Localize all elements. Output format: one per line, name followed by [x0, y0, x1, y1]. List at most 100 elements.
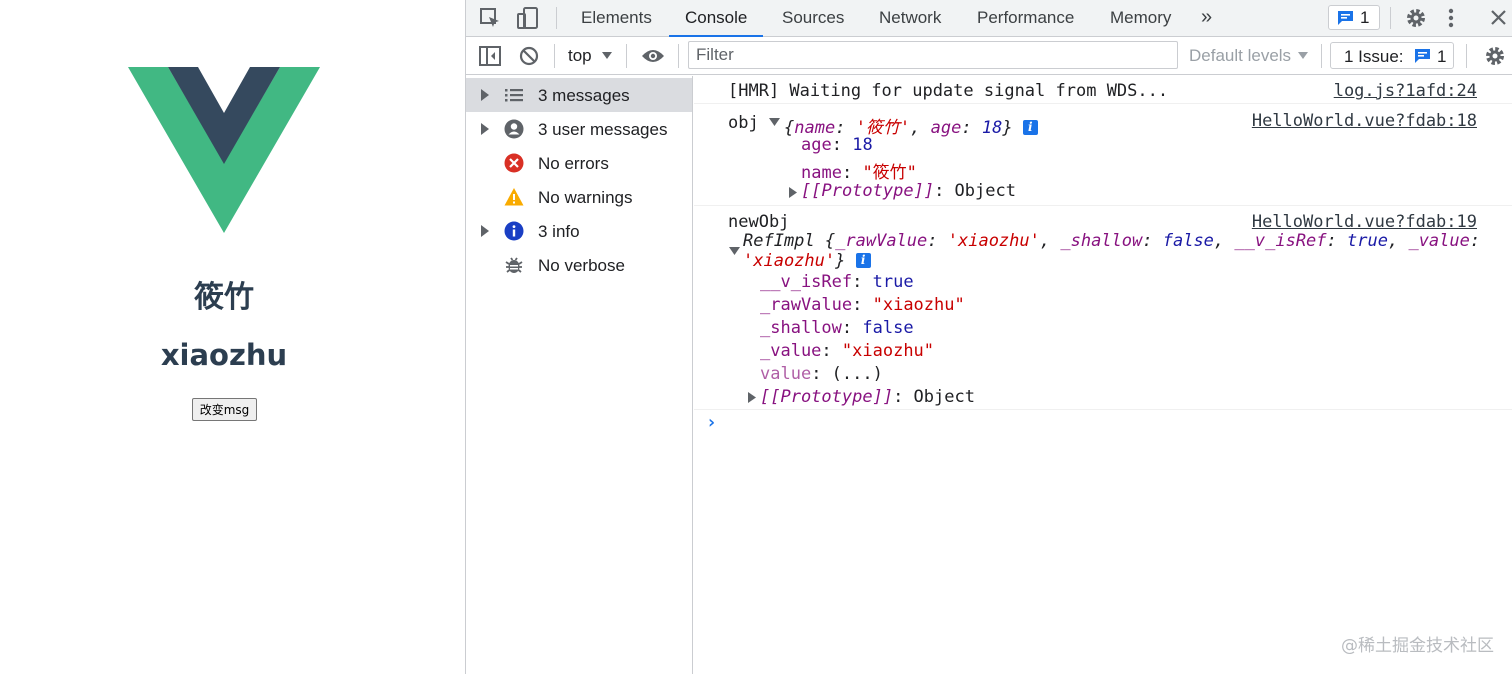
- sidebar-item-label: No verbose: [538, 256, 625, 275]
- sidebar-item-warnings[interactable]: No warnings: [466, 180, 692, 214]
- vue-logo: [128, 67, 320, 233]
- prototype-row[interactable]: [[Prototype]]: Object: [760, 387, 975, 407]
- message-icon: [1338, 11, 1353, 25]
- sidebar-item-info[interactable]: 3 info: [466, 214, 692, 248]
- log-label: obj: [728, 113, 759, 133]
- kebab-menu-icon[interactable]: [1447, 7, 1455, 29]
- toolbar-divider-3: [678, 44, 679, 68]
- sidebar-item-verbose[interactable]: No verbose: [466, 248, 692, 282]
- context-selector[interactable]: top: [568, 46, 592, 66]
- object-preview[interactable]: RefImpl {_rawValue: 'xiaozhu', _shallow:…: [743, 231, 1480, 251]
- source-link[interactable]: log.js?1afd:24: [1334, 81, 1477, 101]
- issues-count: 1: [1437, 47, 1447, 66]
- tab-console[interactable]: Console: [669, 0, 764, 37]
- messages-badge-button[interactable]: 1: [1328, 5, 1380, 30]
- property-value: (...): [831, 364, 883, 384]
- info-badge-icon[interactable]: i: [855, 253, 871, 268]
- tab-sources[interactable]: Sources: [782, 0, 844, 37]
- tab-elements[interactable]: Elements: [581, 0, 652, 37]
- expand-arrow-icon[interactable]: [789, 187, 797, 198]
- clear-console-icon[interactable]: [519, 46, 539, 66]
- property-value: "xiaozhu": [841, 341, 935, 361]
- device-toolbar-icon[interactable]: [516, 6, 540, 30]
- toolbar-divider-2: [626, 44, 627, 68]
- property-value: false: [862, 318, 914, 338]
- inspect-element-icon[interactable]: [479, 7, 501, 29]
- collapse-arrow-icon[interactable]: [729, 247, 740, 255]
- messages-count: 1: [1360, 8, 1370, 27]
- info-icon: [504, 221, 524, 241]
- preview-value: 'xiaozhu': [743, 251, 836, 271]
- tab-memory[interactable]: Memory: [1110, 0, 1171, 37]
- property-row: age: 18: [801, 135, 873, 155]
- console-prompt[interactable]: ›: [706, 412, 717, 433]
- preview-value: 18: [981, 118, 1003, 138]
- watermark: @稀土掘金技术社区: [1341, 636, 1494, 656]
- change-msg-button[interactable]: 改变msg: [192, 398, 257, 421]
- sidebar-item-errors[interactable]: No errors: [466, 146, 692, 180]
- property-value: true: [872, 272, 914, 292]
- property-value: Object: [954, 181, 1016, 201]
- more-tabs-button[interactable]: »: [1201, 0, 1212, 37]
- issues-button[interactable]: 1 Issue: 1: [1330, 42, 1454, 69]
- property-key: __v_isRef: [760, 272, 853, 292]
- source-link[interactable]: HelloWorld.vue?fdab:18: [1252, 111, 1477, 131]
- prototype-row[interactable]: [[Prototype]]: Object: [801, 181, 1016, 201]
- preview-value: true: [1347, 231, 1388, 251]
- user-icon: [504, 119, 524, 139]
- tabbar-divider: [556, 7, 557, 29]
- sidebar-item-label: 3 messages: [538, 86, 630, 105]
- property-value: "筱竹": [862, 163, 917, 183]
- property-key: _rawValue: [760, 295, 853, 315]
- property-key: _shallow: [760, 318, 842, 338]
- property-key: age: [801, 135, 832, 155]
- tab-network[interactable]: Network: [879, 0, 941, 37]
- preview-key: _shallow: [1060, 231, 1143, 251]
- log-label: newObj: [728, 212, 790, 232]
- sidebar-item-user-messages[interactable]: 3 user messages: [466, 112, 692, 146]
- sidebar-item-messages[interactable]: 3 messages: [466, 78, 692, 112]
- devtools-tabbar: Elements Console Sources Network Perform…: [466, 0, 1512, 37]
- console-settings-gear-icon[interactable]: [1483, 44, 1507, 68]
- property-key: name: [801, 163, 842, 183]
- close-icon[interactable]: [1490, 9, 1507, 26]
- default-levels-dropdown[interactable]: Default levels: [1189, 46, 1291, 66]
- info-badge-icon[interactable]: i: [1022, 120, 1038, 135]
- preview-value: false: [1162, 231, 1214, 251]
- getter-row[interactable]: value: (...): [760, 364, 883, 384]
- bug-icon: [505, 257, 523, 273]
- property-key: [[Prototype]]: [801, 181, 935, 201]
- property-row: __v_isRef: true: [760, 272, 914, 292]
- console-message-obj: obj {name: '筱竹', age: 18} i HelloWorld.v…: [694, 104, 1512, 206]
- expand-arrow-icon[interactable]: [481, 123, 489, 135]
- property-row: _rawValue: "xiaozhu": [760, 295, 965, 315]
- collapse-arrow-icon[interactable]: [769, 118, 780, 126]
- tab-performance[interactable]: Performance: [977, 0, 1074, 37]
- preview-key: _rawValue: [835, 231, 928, 251]
- show-sidebar-icon[interactable]: [479, 46, 501, 66]
- toolbar-divider-4: [1321, 44, 1322, 68]
- property-value: Object: [913, 387, 975, 407]
- class-name: RefImpl: [743, 231, 815, 251]
- expand-arrow-icon[interactable]: [481, 89, 489, 101]
- object-preview-cont[interactable]: 'xiaozhu'} i: [743, 251, 871, 271]
- filter-input[interactable]: Filter: [688, 41, 1178, 69]
- property-row: _shallow: false: [760, 318, 914, 338]
- chevron-down-icon: [602, 52, 612, 59]
- console-sidebar: 3 messages 3 user messages No errors No …: [466, 76, 693, 674]
- sidebar-item-label: No warnings: [538, 188, 633, 207]
- warning-icon: [504, 188, 524, 206]
- expand-arrow-icon[interactable]: [481, 225, 489, 237]
- source-link[interactable]: HelloWorld.vue?fdab:19: [1252, 212, 1477, 232]
- app-title-cn: 筱竹: [194, 280, 254, 315]
- error-icon: [504, 153, 524, 173]
- settings-gear-icon[interactable]: [1404, 6, 1428, 30]
- issue-message-icon: [1415, 49, 1430, 63]
- live-expression-eye-icon[interactable]: [641, 47, 665, 65]
- preview-value: 'xiaozhu': [947, 231, 1040, 251]
- expand-arrow-icon[interactable]: [748, 392, 756, 403]
- app-title-en: xiaozhu: [160, 338, 288, 372]
- devtools-panel: Elements Console Sources Network Perform…: [465, 0, 1512, 674]
- preview-key: age: [930, 118, 962, 138]
- toolbar-divider: [554, 44, 555, 68]
